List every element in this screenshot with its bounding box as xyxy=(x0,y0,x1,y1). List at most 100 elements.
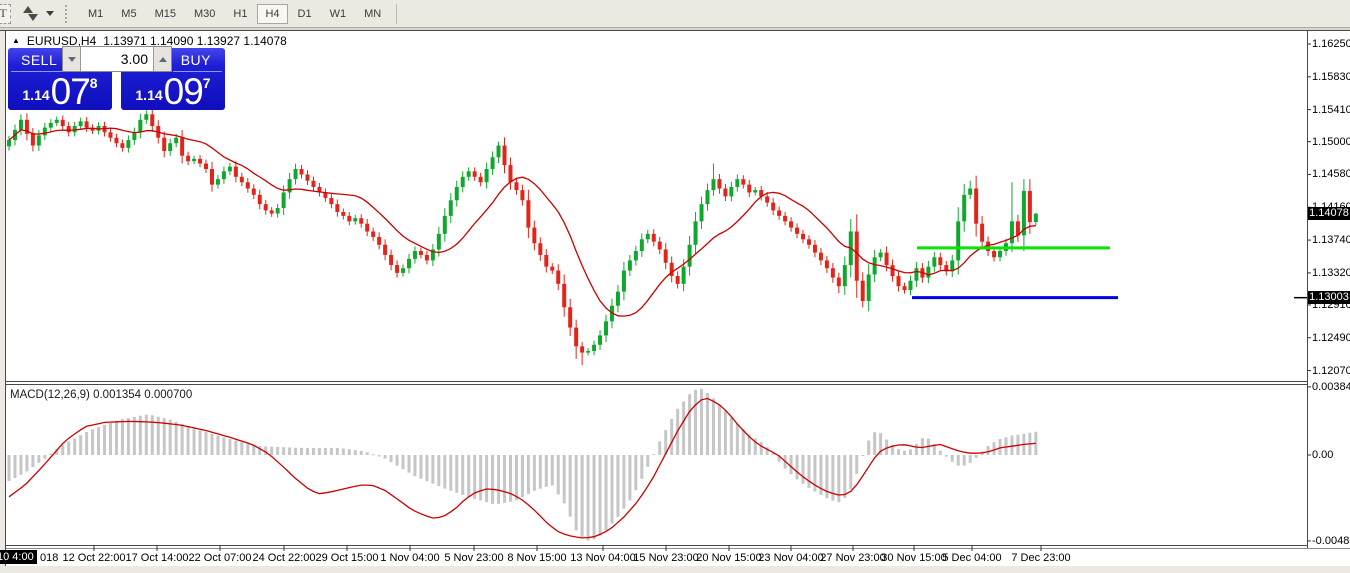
candle xyxy=(783,216,787,221)
candle xyxy=(711,179,715,190)
candle xyxy=(234,167,238,177)
candle xyxy=(914,268,918,281)
candle xyxy=(562,284,566,307)
moving-average-line xyxy=(9,128,1036,316)
candle xyxy=(777,210,781,215)
candle xyxy=(300,169,304,174)
candle xyxy=(401,268,405,273)
candle xyxy=(604,321,608,335)
candle xyxy=(520,190,524,200)
candle xyxy=(676,276,680,284)
candle xyxy=(311,181,315,187)
candle xyxy=(85,121,89,127)
candle xyxy=(640,239,644,251)
candle xyxy=(210,169,214,185)
up-triangle-icon xyxy=(159,57,167,62)
candle xyxy=(425,255,429,260)
candle xyxy=(186,156,190,161)
time-tick-label: 5 Dec 04:00 xyxy=(942,552,1001,564)
time-tick-label: 22 Oct 07:00 xyxy=(189,552,252,564)
time-tick-label: 23 Nov 04:00 xyxy=(758,552,823,564)
candle xyxy=(891,265,895,276)
candle xyxy=(807,239,811,244)
candle xyxy=(938,257,942,265)
candle xyxy=(962,195,966,222)
candle xyxy=(174,138,178,143)
time-tick-label: 29 Oct 15:00 xyxy=(316,552,379,564)
candle xyxy=(61,120,65,126)
candle xyxy=(723,189,727,197)
candle xyxy=(538,243,542,255)
candle xyxy=(700,204,704,221)
candle xyxy=(359,218,363,223)
buy-price: 1.14 09 7 xyxy=(121,76,225,107)
candle xyxy=(168,143,172,151)
price-tick-label: 1.12490 xyxy=(1312,332,1350,344)
volume-increase-button[interactable] xyxy=(153,47,171,71)
candle xyxy=(455,187,459,200)
candle xyxy=(419,251,423,255)
candle xyxy=(861,281,865,301)
candle xyxy=(771,203,775,211)
candle xyxy=(598,335,602,344)
time-tick-label: 17 Oct 14:00 xyxy=(126,552,189,564)
candle xyxy=(204,164,208,169)
candle xyxy=(503,146,507,166)
candle xyxy=(992,251,996,257)
time-tick-label: 8 Nov 15:00 xyxy=(507,552,566,564)
macd-indicator-label: MACD(12,26,9) 0.001354 0.000700 xyxy=(10,389,192,401)
candle xyxy=(479,177,483,182)
candle xyxy=(282,192,286,208)
candle xyxy=(956,221,960,260)
candle xyxy=(306,174,310,180)
candle xyxy=(753,190,757,192)
candle xyxy=(449,200,453,216)
candle xyxy=(55,120,59,123)
candle xyxy=(532,228,536,244)
candle xyxy=(79,121,83,126)
macd-tick-label: 0.003847 xyxy=(1312,381,1350,393)
candle xyxy=(491,157,495,169)
candle xyxy=(646,234,650,239)
candle xyxy=(67,126,71,132)
price-tick-label: 1.12070 xyxy=(1312,365,1350,377)
candle xyxy=(526,200,530,227)
volume-decrease-button[interactable] xyxy=(63,47,81,71)
candle xyxy=(192,159,196,161)
candle xyxy=(825,260,829,268)
collapse-arrow-icon[interactable]: ▲ xyxy=(12,37,20,45)
candle xyxy=(341,212,345,216)
buy-price-big: 09 xyxy=(163,76,203,107)
time-axis-partial-label: 018 xyxy=(40,552,58,564)
one-click-trading-widget: SELL 1.14 07 8 BUY 1.14 09 7 3.00 xyxy=(8,48,225,110)
sell-price-big: 07 xyxy=(50,76,90,107)
candle xyxy=(108,132,112,137)
time-axis-tag: 10 4:00 xyxy=(0,550,37,564)
candle xyxy=(461,177,465,187)
candle xyxy=(252,189,256,195)
candle xyxy=(485,169,489,182)
candle xyxy=(903,286,907,290)
candle xyxy=(556,271,560,284)
candle xyxy=(126,140,130,148)
candle xyxy=(634,251,638,260)
mt4-window: T M1M5M15M30H1H4D1W1MN ▲ EURUSD,H4 1.139… xyxy=(0,0,1350,573)
candle xyxy=(586,351,590,353)
candle xyxy=(574,328,578,347)
candle xyxy=(37,135,41,145)
candle xyxy=(682,267,686,284)
candle xyxy=(729,187,733,196)
candle xyxy=(335,204,339,212)
sell-price-pip: 8 xyxy=(90,75,98,91)
candle xyxy=(568,307,572,327)
price-tick-label: 1.14580 xyxy=(1312,168,1350,180)
candle xyxy=(180,138,184,156)
candle xyxy=(908,281,912,290)
volume-field[interactable]: 3.00 xyxy=(81,47,153,71)
price-tick-label: 1.13320 xyxy=(1312,267,1350,279)
candle xyxy=(43,128,47,136)
macd-chart[interactable] xyxy=(8,389,1038,541)
candle xyxy=(855,232,859,281)
candlestick-chart[interactable] xyxy=(7,108,1118,365)
time-tick-label: 7 Dec 23:00 xyxy=(1011,552,1070,564)
